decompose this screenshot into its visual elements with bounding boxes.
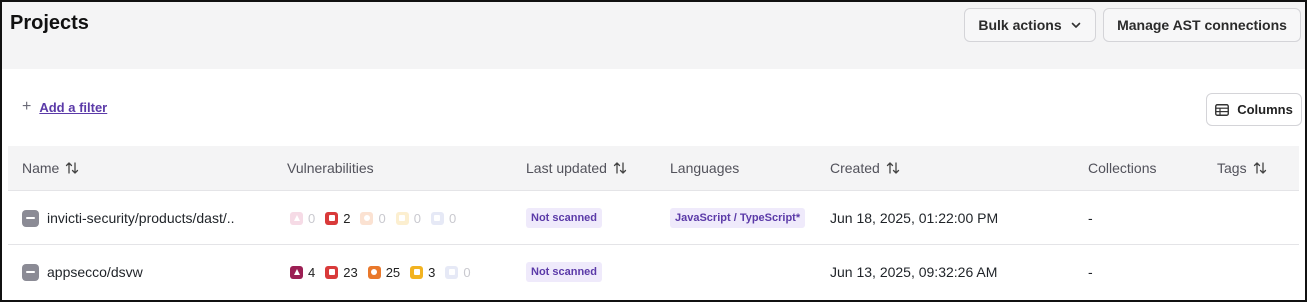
column-tags-label: Tags xyxy=(1217,160,1247,176)
column-languages-label: Languages xyxy=(670,160,740,176)
low-severity-icon xyxy=(410,265,424,279)
columns-button[interactable]: Columns xyxy=(1206,93,1302,126)
status-badge: Not scanned xyxy=(526,262,603,282)
vuln-info: 0 xyxy=(430,211,456,226)
info-severity-icon xyxy=(430,211,444,225)
medium-severity-icon xyxy=(360,211,374,225)
page-title: Projects xyxy=(10,12,89,34)
vuln-low: 0 xyxy=(395,211,421,226)
column-header-tags[interactable]: Tags xyxy=(1217,160,1267,176)
plus-icon: + xyxy=(22,98,32,115)
project-name[interactable]: appsecco/dsvw xyxy=(47,264,143,280)
vuln-medium: 0 xyxy=(360,211,386,226)
status-badge: Not scanned xyxy=(526,208,603,228)
critical-severity-icon xyxy=(290,211,303,225)
minus-checkbox-icon[interactable] xyxy=(22,209,39,227)
add-filter-button[interactable]: + Add a filter xyxy=(22,99,107,115)
last-updated-cell: Not scanned xyxy=(526,191,603,245)
column-header-languages: Languages xyxy=(670,160,739,176)
language-badge: JavaScript / TypeScript* xyxy=(670,208,806,228)
high-severity-icon xyxy=(325,265,339,279)
project-name-cell[interactable]: appsecco/dsvw xyxy=(22,245,143,299)
page-header: Projects Bulk actions Manage AST connect… xyxy=(2,2,1305,69)
column-vulnerabilities-label: Vulnerabilities xyxy=(287,160,374,176)
project-name[interactable]: invicti-security/products/dast/.. xyxy=(47,210,235,226)
project-name-cell[interactable]: invicti-security/products/dast/.. xyxy=(22,191,235,245)
vuln-critical: 0 xyxy=(290,211,315,226)
column-created-label: Created xyxy=(830,160,880,176)
manage-ast-connections-button[interactable]: Manage AST connections xyxy=(1103,8,1301,42)
table-row[interactable]: invicti-security/products/dast/.. 0 2 0 … xyxy=(8,191,1299,245)
bulk-actions-label: Bulk actions xyxy=(978,17,1062,33)
columns-label: Columns xyxy=(1237,102,1293,117)
high-severity-icon xyxy=(325,211,339,225)
column-header-name[interactable]: Name xyxy=(22,160,79,176)
sort-arrows-icon[interactable] xyxy=(1253,161,1267,175)
vuln-high: 23 xyxy=(325,265,358,280)
medium-severity-icon xyxy=(367,265,381,279)
vulnerability-counts: 4 23 25 3 0 xyxy=(290,245,477,299)
add-filter-label: Add a filter xyxy=(39,99,108,115)
sort-arrows-icon[interactable] xyxy=(886,161,900,175)
vuln-critical: 4 xyxy=(290,265,315,280)
sort-arrows-icon[interactable] xyxy=(65,161,79,175)
languages-cell: JavaScript / TypeScript* xyxy=(670,191,806,245)
low-severity-icon xyxy=(395,211,409,225)
vuln-high: 2 xyxy=(325,211,350,226)
sort-arrows-icon[interactable] xyxy=(613,161,627,175)
minus-checkbox-icon[interactable] xyxy=(22,263,39,281)
column-header-last-updated[interactable]: Last updated xyxy=(526,160,627,176)
table-header: Name Vulnerabilities Last updated Langua… xyxy=(8,146,1299,191)
collections-cell: - xyxy=(1088,210,1093,226)
column-collections-label: Collections xyxy=(1088,160,1157,176)
column-name-label: Name xyxy=(22,160,60,176)
vuln-medium: 25 xyxy=(367,265,400,280)
created-cell: Jun 13, 2025, 09:32:26 AM xyxy=(830,264,998,280)
last-updated-cell: Not scanned xyxy=(526,245,603,299)
manage-ast-label: Manage AST connections xyxy=(1117,17,1287,33)
collections-cell: - xyxy=(1088,264,1093,280)
column-header-collections: Collections xyxy=(1088,160,1156,176)
vuln-low: 3 xyxy=(410,265,435,280)
column-header-vulnerabilities: Vulnerabilities xyxy=(287,160,374,176)
table-icon xyxy=(1215,103,1230,116)
vulnerability-counts: 0 2 0 0 0 xyxy=(290,191,462,245)
info-severity-icon xyxy=(445,265,459,279)
table-row[interactable]: appsecco/dsvw 4 23 25 3 0 Not scanned Ju… xyxy=(8,245,1299,299)
column-header-created[interactable]: Created xyxy=(830,160,900,176)
critical-severity-icon xyxy=(290,265,303,279)
chevron-down-icon xyxy=(1071,22,1080,28)
column-last-updated-label: Last updated xyxy=(526,160,607,176)
bulk-actions-button[interactable]: Bulk actions xyxy=(964,8,1096,42)
created-cell: Jun 18, 2025, 01:22:00 PM xyxy=(830,210,999,226)
vuln-info: 0 xyxy=(445,265,471,280)
